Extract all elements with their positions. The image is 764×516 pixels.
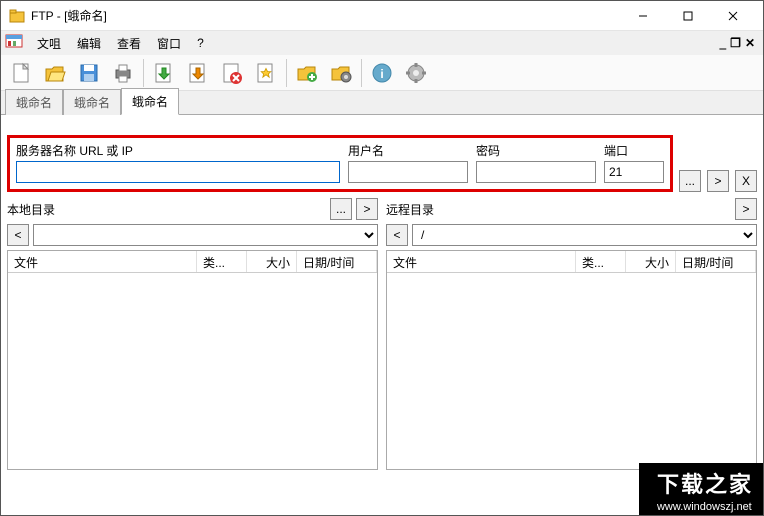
local-go-button[interactable]: > (356, 198, 378, 220)
remote-back-button[interactable]: < (386, 224, 408, 246)
folder-add-icon[interactable] (291, 57, 323, 89)
maximize-button[interactable] (665, 2, 710, 30)
toolbar: i (1, 55, 763, 91)
connection-go-button[interactable]: > (707, 170, 729, 192)
menu-edit[interactable]: 编辑 (69, 32, 109, 55)
watermark-text: 下载之家 (657, 467, 753, 499)
new-file-icon[interactable] (5, 57, 37, 89)
col-size[interactable]: 大小 (626, 251, 676, 272)
window-title: FTP - [蛾命名] (31, 7, 620, 24)
open-folder-icon[interactable] (39, 57, 71, 89)
toolbar-separator (286, 59, 287, 87)
save-icon[interactable] (73, 57, 105, 89)
toolbar-separator (361, 59, 362, 87)
app-icon (9, 8, 25, 24)
col-type[interactable]: 类... (197, 251, 247, 272)
username-input[interactable] (348, 161, 468, 183)
menu-logo-icon (5, 34, 23, 52)
info-icon[interactable]: i (366, 57, 398, 89)
col-date[interactable]: 日期/时间 (676, 251, 756, 272)
col-size[interactable]: 大小 (247, 251, 297, 272)
password-label: 密码 (476, 142, 596, 159)
menu-view[interactable]: 查看 (109, 32, 149, 55)
print-icon[interactable] (107, 57, 139, 89)
col-date[interactable]: 日期/时间 (297, 251, 377, 272)
svg-text:i: i (380, 67, 383, 81)
menubar: 文咀 编辑 查看 窗口 ? ‗ ❐ ✕ (1, 31, 763, 55)
mdi-controls: ‗ ❐ ✕ (720, 36, 759, 50)
password-input[interactable] (476, 161, 596, 183)
document-tabs: 蛾命名 蛾命名 蛾命名 (1, 91, 763, 115)
connection-browse-button[interactable]: ... (679, 170, 701, 192)
local-dir-label: 本地目录 (7, 201, 326, 218)
menu-file[interactable]: 文咀 (29, 32, 69, 55)
connection-box: 服务器名称 URL 或 IP 用户名 密码 端口 (7, 135, 673, 192)
directory-row: 本地目录 ... > < 远程目录 > < / (7, 198, 757, 246)
remote-list-header: 文件 类... 大小 日期/时间 (387, 251, 756, 273)
menu-window[interactable]: 窗口 (149, 32, 189, 55)
server-label: 服务器名称 URL 或 IP (16, 142, 340, 159)
tab-1[interactable]: 蛾命名 (63, 89, 121, 115)
toolbar-separator (143, 59, 144, 87)
local-file-list[interactable]: 文件 类... 大小 日期/时间 (7, 250, 378, 470)
connection-close-button[interactable]: X (735, 170, 757, 192)
remote-go-button[interactable]: > (735, 198, 757, 220)
remote-file-list[interactable]: 文件 类... 大小 日期/时间 (386, 250, 757, 470)
port-input[interactable] (604, 161, 664, 183)
tab-0[interactable]: 蛾命名 (5, 89, 63, 115)
tab-2[interactable]: 蛾命名 (121, 88, 179, 115)
local-back-button[interactable]: < (7, 224, 29, 246)
remote-path-combo[interactable]: / (412, 224, 757, 246)
file-lists: 文件 类... 大小 日期/时间 文件 类... 大小 日期/时间 (7, 250, 757, 470)
port-label: 端口 (604, 142, 664, 159)
connection-row: 服务器名称 URL 或 IP 用户名 密码 端口 ... > X (7, 135, 757, 192)
menu-help[interactable]: ? (189, 33, 212, 53)
col-name[interactable]: 文件 (387, 251, 576, 272)
col-name[interactable]: 文件 (8, 251, 197, 272)
watermark: 下载之家 www.windowszj.net (639, 463, 763, 515)
local-list-header: 文件 类... 大小 日期/时间 (8, 251, 377, 273)
titlebar: FTP - [蛾命名] (1, 1, 763, 31)
mdi-minimize-button[interactable]: ‗ (720, 36, 727, 50)
username-label: 用户名 (348, 142, 468, 159)
upload-icon[interactable] (148, 57, 180, 89)
delete-icon[interactable] (216, 57, 248, 89)
mdi-close-button[interactable]: ✕ (745, 36, 755, 50)
server-input[interactable] (16, 161, 340, 183)
close-button[interactable] (710, 2, 755, 30)
watermark-url: www.windowszj.net (657, 501, 752, 513)
document-star-icon[interactable] (250, 57, 282, 89)
minimize-button[interactable] (620, 2, 665, 30)
gear-icon[interactable] (400, 57, 432, 89)
window-controls (620, 2, 755, 30)
mdi-restore-button[interactable]: ❐ (730, 36, 741, 50)
local-browse-button[interactable]: ... (330, 198, 352, 220)
col-type[interactable]: 类... (576, 251, 626, 272)
download-icon[interactable] (182, 57, 214, 89)
folder-settings-icon[interactable] (325, 57, 357, 89)
remote-dir-label: 远程目录 (386, 201, 731, 218)
local-path-combo[interactable] (33, 224, 378, 246)
